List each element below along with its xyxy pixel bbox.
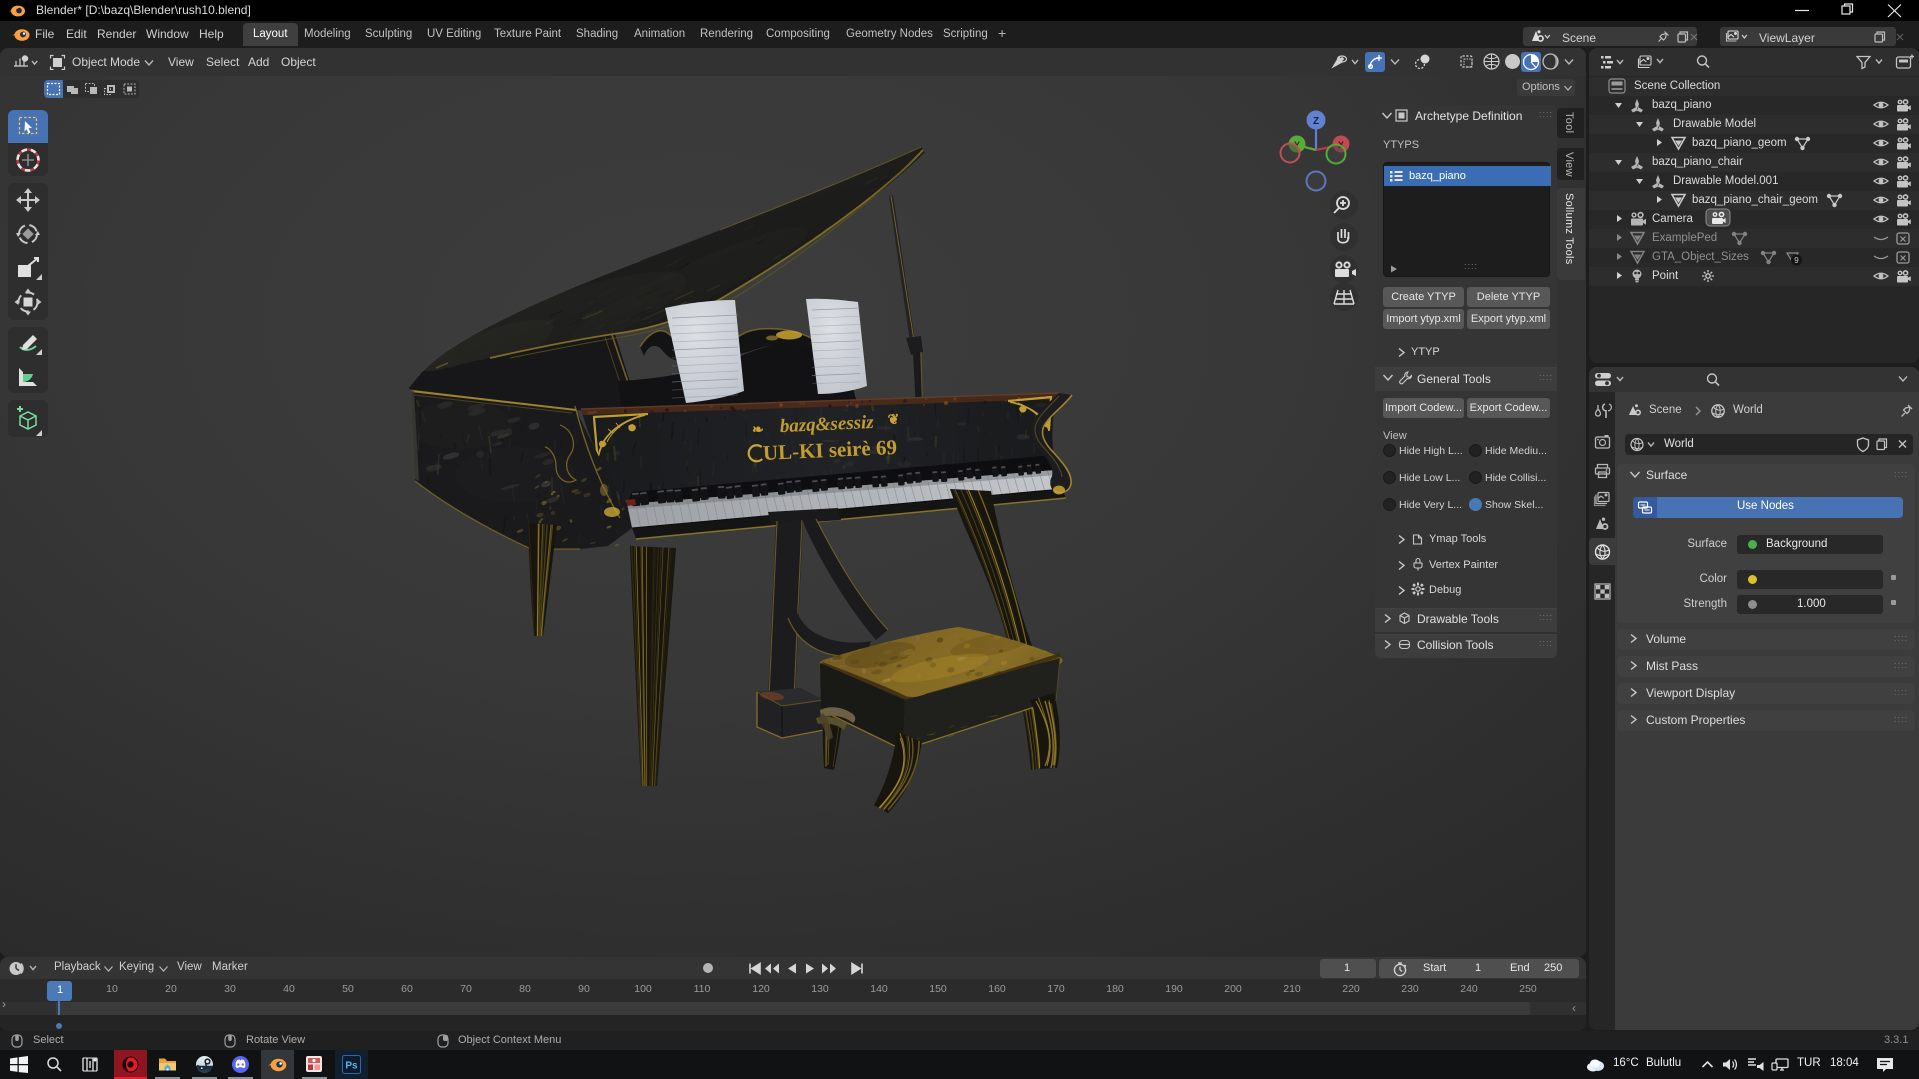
- svg-text:Ps: Ps: [345, 1061, 358, 1072]
- svg-text:❧: ❧: [752, 423, 764, 439]
- svg-text:❦: ❦: [887, 413, 899, 429]
- svg-text:9: 9: [1794, 256, 1799, 265]
- svg-text:bazq&sessiz: bazq&sessiz: [779, 412, 874, 437]
